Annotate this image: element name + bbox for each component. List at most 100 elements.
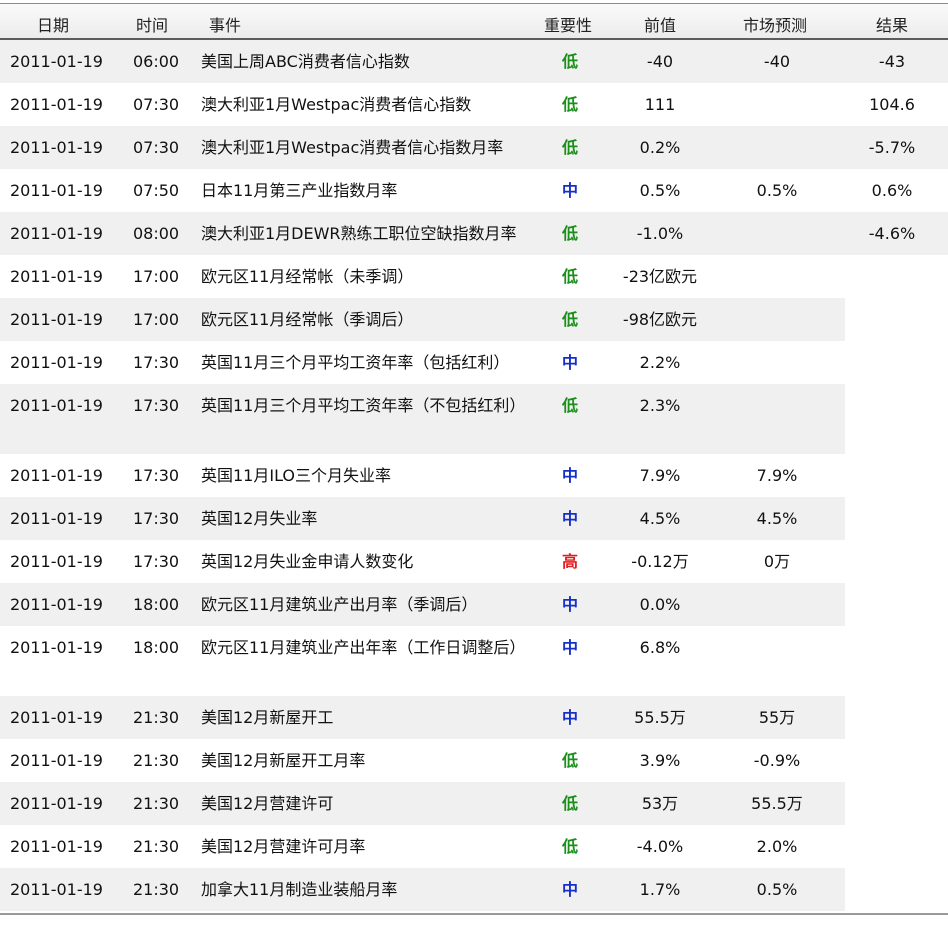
event-cell: 欧元区11月建筑业产出月率（季调后） <box>201 595 478 614</box>
date-cell: 2011-01-19 <box>10 396 103 415</box>
time-cell: 17:30 <box>133 552 180 571</box>
date-cell: 2011-01-19 <box>10 794 103 813</box>
importance-cell: 低 <box>561 794 578 813</box>
date-cell: 2011-01-19 <box>10 638 103 657</box>
previous-cell: 4.5% <box>639 509 681 528</box>
previous-cell: 3.9% <box>639 751 681 770</box>
table-row: 2011-01-19 06:00 美国上周ABC消费者信心指数 低 -40 -40 -43 <box>0 40 948 83</box>
importance-cell: 中 <box>561 466 578 485</box>
header-importance: 重要性 <box>544 16 593 35</box>
forecast-cell: -40 <box>763 52 791 71</box>
date-cell: 2011-01-19 <box>10 267 103 286</box>
header-result: 结果 <box>876 16 909 35</box>
time-cell: 21:30 <box>133 794 180 813</box>
forecast-cell: 55万 <box>758 708 796 727</box>
bottom-rule <box>0 913 948 915</box>
previous-cell: -23亿欧元 <box>622 267 698 286</box>
importance-cell: 低 <box>561 95 578 114</box>
time-cell: 07:30 <box>133 95 180 114</box>
importance-cell: 低 <box>561 396 578 415</box>
event-cell: 美国12月新屋开工 <box>201 708 334 727</box>
event-cell: 美国上周ABC消费者信心指数 <box>201 52 410 71</box>
importance-cell: 低 <box>561 138 578 157</box>
date-cell: 2011-01-19 <box>10 353 103 372</box>
previous-cell: -0.12万 <box>631 552 689 571</box>
time-cell: 18:00 <box>133 595 180 614</box>
time-cell: 08:00 <box>133 224 180 243</box>
importance-cell: 中 <box>561 509 578 528</box>
table-row: 2011-01-19 17:00 欧元区11月经常帐（未季调） 低 -23亿欧元 <box>0 255 948 298</box>
date-cell: 2011-01-19 <box>10 310 103 329</box>
table-row: 2011-01-19 21:30 美国12月营建许可月率 低 -4.0% 2.0% <box>0 825 948 868</box>
event-cell: 英国11月三个月平均工资年率（不包括红利） <box>201 396 526 415</box>
calendar-table: 2011-01-19 06:00 美国上周ABC消费者信心指数低 -40 -40 -43 2… <box>0 40 948 911</box>
time-cell: 21:30 <box>133 751 180 770</box>
previous-cell: 111 <box>644 95 676 114</box>
time-cell: 07:50 <box>133 181 180 200</box>
table-row: 2011-01-19 18:00 欧元区11月建筑业产出年率（工作日调整后） 中 6.8… <box>0 626 948 696</box>
time-cell: 17:30 <box>133 466 180 485</box>
event-cell: 美国12月营建许可 <box>201 794 334 813</box>
time-cell: 06:00 <box>133 52 180 71</box>
previous-cell: 1.7% <box>639 880 681 899</box>
table-row: 2011-01-19 08:00 澳大利亚1月DEWR熟练工职位空缺指数月率 低 -1.… <box>0 212 948 255</box>
previous-cell: 0.5% <box>639 181 681 200</box>
table-row: 2011-01-19 17:30 英国12月失业率 中 4.5% 4.5% <box>0 497 948 540</box>
forecast-cell: 55.5万 <box>751 794 803 813</box>
time-cell: 17:30 <box>133 396 180 415</box>
importance-cell: 低 <box>561 837 578 856</box>
previous-cell: 2.2% <box>639 353 681 372</box>
date-cell: 2011-01-19 <box>10 595 103 614</box>
time-cell: 17:30 <box>133 353 180 372</box>
event-cell: 欧元区11月经常帐（季调后） <box>201 310 414 329</box>
table-row: 2011-01-19 07:50 日本11月第三产业指数月率 中 0.5% 0.5% 0.6… <box>0 169 948 212</box>
table-row: 2011-01-19 17:30 英国12月失业金申请人数变化 高 -0.12万 0万 <box>0 540 948 583</box>
result-cell: 104.6 <box>869 95 915 114</box>
date-cell: 2011-01-19 <box>10 466 103 485</box>
importance-cell: 低 <box>561 310 578 329</box>
time-cell: 21:30 <box>133 880 180 899</box>
forecast-cell: 7.9% <box>756 466 798 485</box>
date-cell: 2011-01-19 <box>10 509 103 528</box>
event-cell: 欧元区11月经常帐（未季调） <box>201 267 414 286</box>
forecast-cell: -0.9% <box>753 751 801 770</box>
importance-cell: 中 <box>561 880 578 899</box>
table-row: 2011-01-19 17:30 英国11月ILO三个月失业率 中 7.9% 7.9% <box>0 454 948 497</box>
event-cell: 美国12月营建许可月率 <box>201 837 366 856</box>
date-cell: 2011-01-19 <box>10 224 103 243</box>
date-cell: 2011-01-19 <box>10 751 103 770</box>
table-row: 2011-01-19 21:30 美国12月营建许可 低 53万 55.5万 <box>0 782 948 825</box>
time-cell: 21:30 <box>133 837 180 856</box>
previous-cell: -98亿欧元 <box>622 310 698 329</box>
event-cell: 英国12月失业金申请人数变化 <box>201 552 414 571</box>
previous-cell: 53万 <box>641 794 679 813</box>
event-cell: 澳大利亚1月Westpac消费者信心指数 <box>201 95 472 114</box>
time-cell: 18:00 <box>133 638 180 657</box>
importance-cell: 中 <box>561 708 578 727</box>
date-cell: 2011-01-19 <box>10 52 103 71</box>
importance-cell: 低 <box>561 267 578 286</box>
time-cell: 17:30 <box>133 509 180 528</box>
previous-cell: 6.8% <box>639 638 681 657</box>
importance-cell: 低 <box>561 751 578 770</box>
previous-cell: 0.2% <box>639 138 681 157</box>
header-forecast: 市场预测 <box>743 16 808 35</box>
result-cell: -43 <box>878 52 906 71</box>
date-cell: 2011-01-19 <box>10 138 103 157</box>
importance-cell: 中 <box>561 638 578 657</box>
event-cell: 英国11月ILO三个月失业率 <box>201 466 392 485</box>
time-cell: 07:30 <box>133 138 180 157</box>
table-row: 2011-01-19 07:30 澳大利亚1月Westpac消费者信心指数月率 低 0.… <box>0 126 948 169</box>
importance-cell: 低 <box>561 224 578 243</box>
forecast-cell: 0.5% <box>756 181 798 200</box>
previous-cell: 2.3% <box>639 396 681 415</box>
forecast-cell: 2.0% <box>756 837 798 856</box>
forecast-cell: 4.5% <box>756 509 798 528</box>
result-cell: 0.6% <box>871 181 913 200</box>
table-row: 2011-01-19 17:30 英国11月三个月平均工资年率（不包括红利） 低 2.3… <box>0 384 948 454</box>
event-cell: 英国12月失业率 <box>201 509 318 528</box>
time-cell: 17:00 <box>133 310 180 329</box>
date-cell: 2011-01-19 <box>10 880 103 899</box>
table-row: 2011-01-19 21:30 美国12月新屋开工 中 55.5万 55万 <box>0 696 948 739</box>
event-cell: 加拿大11月制造业装船月率 <box>201 880 398 899</box>
